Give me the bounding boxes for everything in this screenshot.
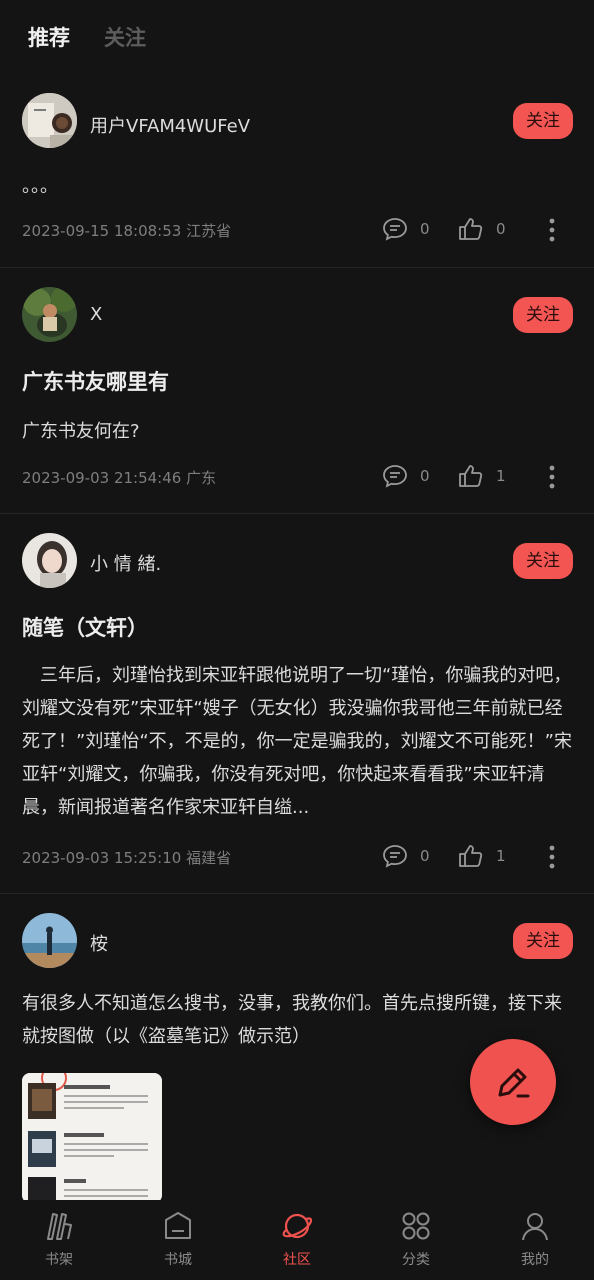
username[interactable]: 桉 [90,930,108,956]
post-card[interactable]: 用户VFAM4WUFeV 关注 。。。 2023-09-15 18:08:53 … [0,78,594,268]
follow-button[interactable]: 关注 [513,923,573,959]
avatar[interactable] [22,93,77,148]
nav-label: 我的 [521,1252,549,1268]
post-body: 。。。 [22,176,58,197]
comment-count: 0 [420,467,430,485]
post-body: 广东书友何在? [22,421,140,442]
nav-item-category[interactable]: 分类 [366,1200,466,1280]
avatar[interactable] [22,533,77,588]
top-tabs: 推荐 关注 [0,0,594,78]
post-meta: 2023-09-03 15:25:10 福建省 [22,849,232,867]
like-action[interactable]: 1 [458,844,506,868]
nav-item-community[interactable]: 社区 [247,1200,347,1280]
comment-action[interactable]: 0 [382,464,430,488]
planet-icon [282,1213,313,1239]
post-card[interactable]: X 关注 广东书友哪里有 广东书友何在? 2023-09-03 21:54:46… [0,268,594,514]
comment-count: 0 [420,847,430,865]
post-meta: 2023-09-15 18:08:53 江苏省 [22,222,232,240]
bookshelf-icon [47,1213,72,1240]
comment-action[interactable]: 0 [382,844,430,868]
comment-action[interactable]: 0 [382,217,430,241]
like-count: 0 [496,220,506,238]
nav-label: 书城 [164,1252,192,1268]
thumbs-up-icon [459,465,483,487]
like-action[interactable]: 1 [458,464,506,488]
compose-button[interactable] [470,1039,556,1125]
category-icon [402,1212,430,1240]
avatar[interactable] [22,913,77,968]
bookstore-icon [165,1212,191,1239]
post-body: 三年后，刘瑾怡找到宋亚轩跟他说明了一切“瑾怡，你骗我的对吧，刘耀文没有死”宋亚轩… [22,665,572,818]
tab-follow[interactable]: 关注 [104,22,146,52]
username[interactable]: X [90,304,102,325]
more-icon[interactable] [542,844,562,870]
nav-item-bookstore[interactable]: 书城 [128,1200,228,1280]
like-count: 1 [496,847,506,865]
follow-button[interactable]: 关注 [513,543,573,579]
more-icon[interactable] [542,217,562,243]
nav-item-bookshelf[interactable]: 书架 [9,1200,109,1280]
more-icon[interactable] [542,464,562,490]
tab-recommend[interactable]: 推荐 [28,22,70,52]
comment-icon [383,845,407,868]
comment-icon [383,218,407,241]
comment-count: 0 [420,220,430,238]
comment-icon [383,465,407,488]
post-image[interactable] [22,1073,162,1203]
post-card[interactable]: 小 情 緒. 关注 随笔（文轩） 三年后，刘瑾怡找到宋亚轩跟他说明了一切“瑾怡，… [0,514,594,894]
thumbs-up-icon [459,845,483,867]
nav-item-profile[interactable]: 我的 [485,1200,585,1280]
profile-icon [522,1213,548,1241]
username[interactable]: 用户VFAM4WUFeV [90,112,250,138]
nav-label: 书架 [45,1252,73,1268]
edit-icon [498,1068,530,1098]
thumbs-up-icon [459,218,483,240]
nav-label: 社区 [283,1252,311,1268]
post-meta: 2023-09-03 21:54:46 广东 [22,469,217,487]
like-count: 1 [496,467,506,485]
post-title: 随笔（文轩） [22,616,148,640]
like-action[interactable]: 0 [458,217,506,241]
post-title: 广东书友哪里有 [22,370,169,394]
post-body: 有很多人不知道怎么搜书，没事，我教你们。首先点搜所键，接下来就按图做（以《盗墓笔… [22,993,562,1047]
username[interactable]: 小 情 緒. [90,550,161,576]
nav-label: 分类 [402,1252,430,1268]
avatar[interactable] [22,287,77,342]
follow-button[interactable]: 关注 [513,297,573,333]
bottom-nav: 书架 书城 社区 分类 我的 [0,1200,594,1280]
follow-button[interactable]: 关注 [513,103,573,139]
